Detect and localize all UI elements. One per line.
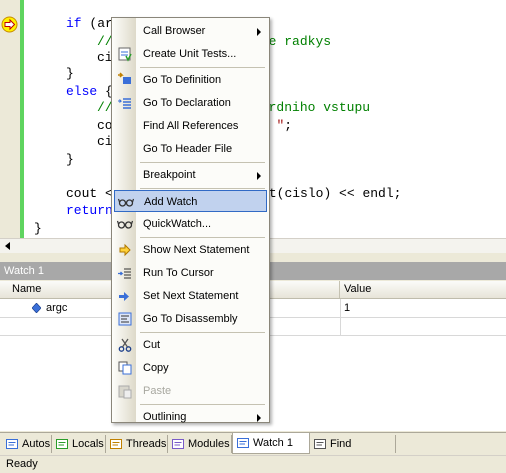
menu-item-run-to-cursor[interactable]: Run To Cursor bbox=[114, 262, 267, 284]
tab-locals[interactable]: Locals bbox=[52, 435, 106, 453]
code-line[interactable]: } bbox=[34, 221, 42, 237]
tab-label: Watch 1 bbox=[253, 437, 293, 449]
menu-item-show-next-statement[interactable]: Show Next Statement bbox=[114, 239, 267, 261]
menu-item-label: Find All References bbox=[143, 120, 239, 132]
menu-item-label: Copy bbox=[143, 362, 169, 374]
go-to-definition-icon bbox=[118, 72, 131, 84]
tab-label: Locals bbox=[72, 438, 104, 450]
code-line[interactable]: return bbox=[66, 203, 113, 219]
threads-icon bbox=[110, 439, 122, 449]
status-bar: Ready bbox=[0, 455, 506, 472]
tab-modules[interactable]: Modules bbox=[168, 435, 232, 453]
debug-window-tabs: Autos Locals Threads Modules Watch 1 Find Res… bbox=[0, 432, 506, 468]
watch-icon bbox=[237, 438, 249, 448]
menu-item-label: QuickWatch... bbox=[143, 218, 212, 230]
disassembly-icon bbox=[118, 312, 132, 326]
menu-separator bbox=[140, 332, 265, 333]
code-line[interactable]: } bbox=[66, 152, 74, 168]
menu-separator bbox=[140, 67, 265, 68]
menu-item-label: Set Next Statement bbox=[143, 290, 239, 302]
editor-gutter[interactable] bbox=[0, 0, 21, 238]
menu-separator bbox=[140, 162, 265, 163]
paste-icon bbox=[118, 385, 132, 399]
menu-separator bbox=[140, 188, 265, 189]
glasses-icon bbox=[117, 220, 133, 229]
column-divider bbox=[340, 299, 341, 336]
menu-item-find-all-references[interactable]: Find All References bbox=[114, 115, 267, 137]
change-tracking-bar bbox=[20, 0, 24, 238]
submenu-arrow-icon bbox=[257, 414, 261, 422]
menu-item-label: Add Watch bbox=[144, 196, 198, 208]
code-token: } bbox=[66, 152, 74, 167]
code-token: else { bbox=[66, 84, 113, 99]
scroll-left-arrow-icon[interactable] bbox=[2, 240, 14, 252]
go-to-declaration-icon bbox=[118, 98, 131, 109]
code-token: } bbox=[34, 221, 42, 236]
menu-item-outlining[interactable]: Outlining bbox=[114, 406, 267, 428]
code-line[interactable]: else { bbox=[66, 84, 113, 100]
code-line[interactable]: if (ar bbox=[66, 16, 113, 32]
code-token: } bbox=[66, 66, 74, 81]
scissors-icon bbox=[118, 338, 132, 352]
menu-item-add-watch[interactable]: Add Watch bbox=[114, 190, 267, 212]
code-token: if (ar bbox=[66, 16, 113, 31]
tab-watch-1[interactable]: Watch 1 bbox=[232, 433, 310, 454]
menu-separator bbox=[140, 237, 265, 238]
tab-autos[interactable]: Autos bbox=[2, 435, 52, 453]
unit-tests-icon bbox=[118, 47, 132, 62]
menu-item-label: Run To Cursor bbox=[143, 267, 214, 279]
menu-item-go-to-declaration[interactable]: Go To Declaration bbox=[114, 92, 267, 114]
menu-item-quickwatch[interactable]: QuickWatch... bbox=[114, 213, 267, 235]
menu-item-label: Go To Definition bbox=[143, 74, 222, 86]
column-header-value[interactable]: Value bbox=[340, 281, 506, 298]
autos-icon bbox=[6, 439, 18, 449]
copy-icon bbox=[118, 361, 132, 375]
menu-item-label: Cut bbox=[143, 339, 161, 351]
submenu-arrow-icon bbox=[257, 172, 261, 180]
menu-item-cut[interactable]: Cut bbox=[114, 334, 267, 356]
glasses-icon bbox=[118, 198, 134, 207]
find-results-icon bbox=[314, 439, 326, 449]
tab-label: Modules bbox=[188, 438, 230, 450]
menu-item-paste[interactable]: Paste bbox=[114, 380, 267, 402]
menu-item-label: Outlining bbox=[143, 411, 187, 423]
run-to-cursor-icon bbox=[118, 268, 131, 279]
menu-item-copy[interactable]: Copy bbox=[114, 357, 267, 379]
menu-item-call-browser[interactable]: Call Browser bbox=[114, 20, 267, 42]
code-token: cout < bbox=[66, 186, 113, 201]
tab-label: Threads bbox=[126, 438, 167, 450]
menu-separator bbox=[140, 404, 265, 405]
menu-item-label: Breakpoint bbox=[143, 169, 196, 181]
modules-icon bbox=[172, 439, 184, 449]
menu-item-go-to-definition[interactable]: Go To Definition bbox=[114, 69, 267, 91]
menu-item-go-to-disassembly[interactable]: Go To Disassembly bbox=[114, 308, 267, 330]
locals-icon bbox=[56, 439, 68, 449]
menu-item-label: Call Browser bbox=[143, 25, 206, 37]
menu-item-label: Go To Disassembly bbox=[143, 313, 238, 325]
watch-value[interactable]: 1 bbox=[344, 299, 494, 317]
menu-item-create-unit-tests[interactable]: Create Unit Tests... bbox=[114, 43, 267, 65]
code-line[interactable]: } bbox=[66, 66, 74, 82]
tab-label: Autos bbox=[22, 438, 51, 450]
menu-item-label: Paste bbox=[143, 385, 172, 397]
submenu-arrow-icon bbox=[257, 28, 261, 36]
set-next-statement-icon bbox=[119, 292, 129, 301]
execution-arrow-icon bbox=[1, 16, 18, 33]
variable-icon bbox=[32, 303, 41, 313]
menu-item-label: Create Unit Tests... bbox=[143, 48, 237, 60]
tab-threads[interactable]: Threads bbox=[106, 435, 168, 453]
context-menu: Call Browser Create Unit Tests... Go To De… bbox=[111, 17, 270, 423]
tab-find-results-1[interactable]: Find Results 1 bbox=[310, 435, 396, 468]
menu-item-label: Go To Header File bbox=[143, 143, 233, 155]
next-statement-icon bbox=[119, 243, 131, 257]
menu-item-set-next-statement[interactable]: Set Next Statement bbox=[114, 285, 267, 307]
menu-item-breakpoint[interactable]: Breakpoint bbox=[114, 164, 267, 186]
code-token: return bbox=[66, 203, 113, 218]
menu-item-label: Show Next Statement bbox=[143, 244, 250, 256]
menu-item-label: Go To Declaration bbox=[143, 97, 231, 109]
menu-item-go-to-header-file[interactable]: Go To Header File bbox=[114, 138, 267, 160]
